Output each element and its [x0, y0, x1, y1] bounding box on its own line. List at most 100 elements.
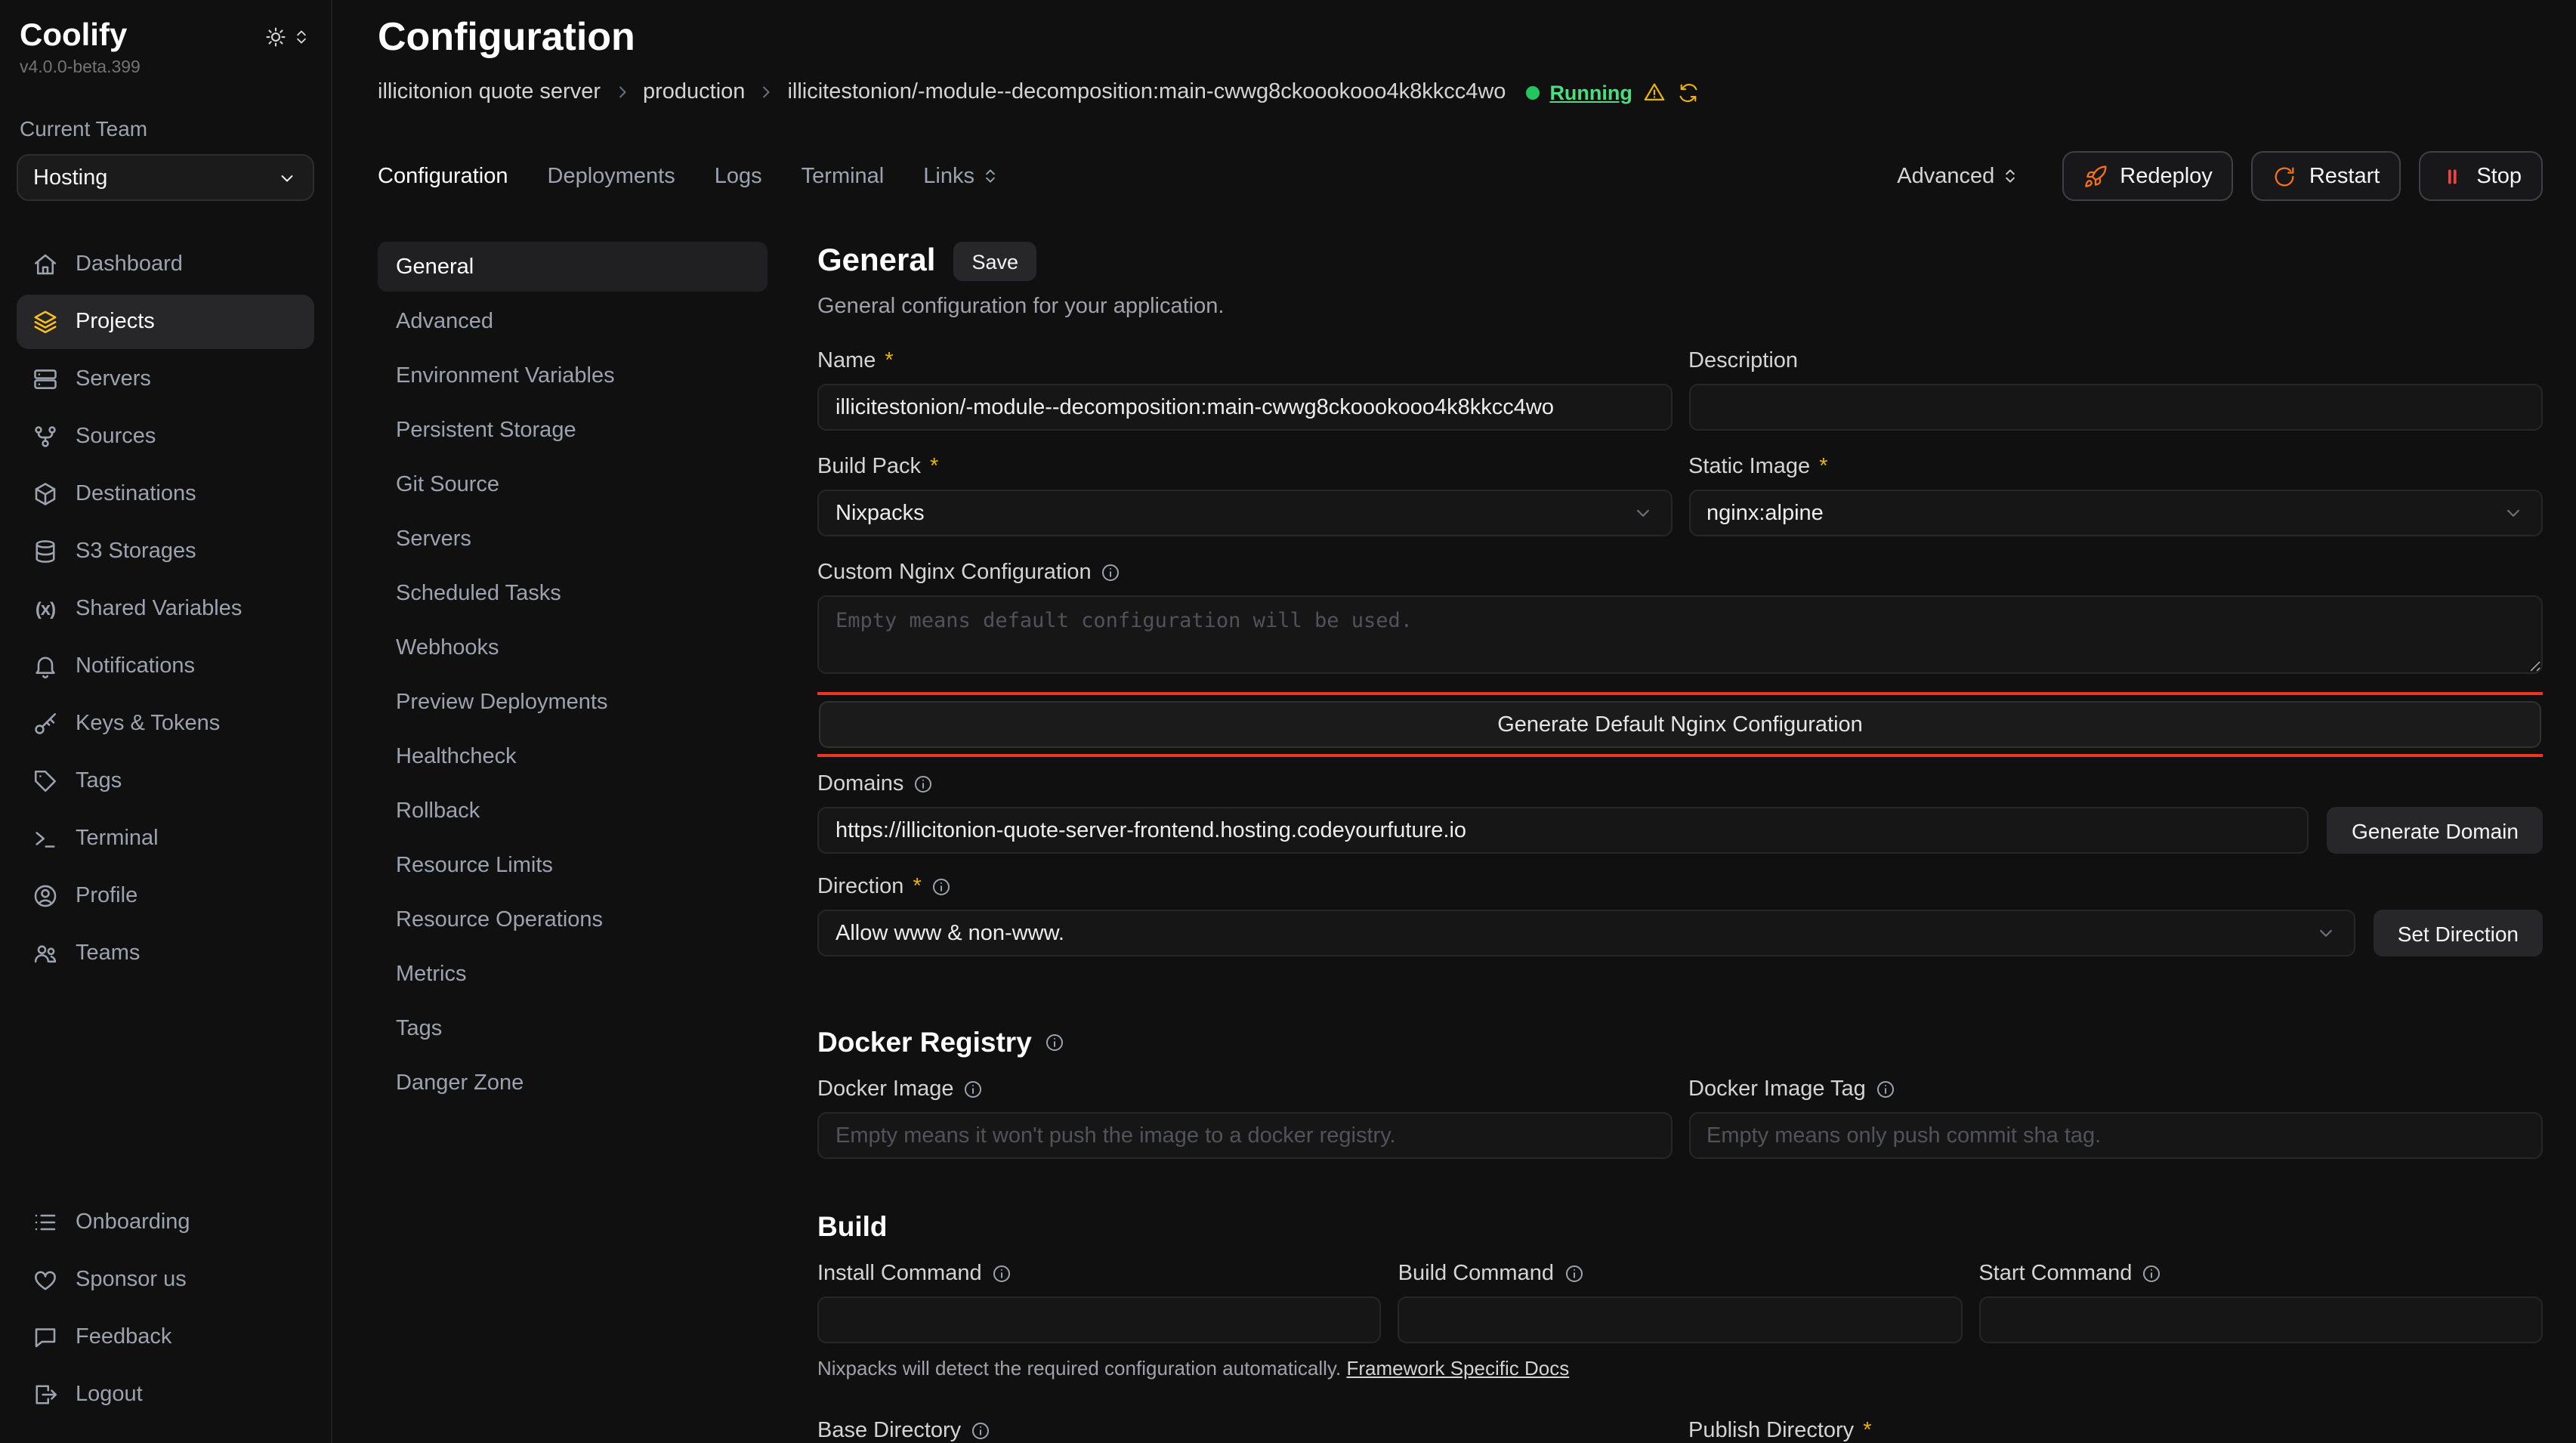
- tab-logs[interactable]: Logs: [715, 164, 762, 188]
- info-icon[interactable]: [991, 1263, 1012, 1284]
- section-subtitle: General configuration for your applicati…: [817, 295, 2543, 319]
- subnav-item-danger-zone[interactable]: Danger Zone: [378, 1058, 768, 1108]
- chevron-down-icon: [1631, 502, 1654, 524]
- tab-links[interactable]: Links: [923, 164, 1000, 188]
- nixpacks-helper-text: Nixpacks will detect the required config…: [817, 1357, 2543, 1380]
- sidebar-item-shared-variables[interactable]: (x) Shared Variables: [17, 582, 314, 636]
- subnav-item-servers[interactable]: Servers: [378, 514, 768, 564]
- theme-switcher[interactable]: [264, 26, 311, 48]
- tab-terminal[interactable]: Terminal: [802, 164, 885, 188]
- advanced-dropdown[interactable]: Advanced: [1897, 164, 2020, 188]
- sidebar-item-terminal[interactable]: Terminal: [17, 811, 314, 866]
- sidebar-item-projects[interactable]: Projects: [17, 295, 314, 349]
- team-select-value: Hosting: [33, 165, 107, 190]
- subnav-item-resource-operations[interactable]: Resource Operations: [378, 895, 768, 944]
- sidebar-item-label: Sources: [76, 425, 156, 449]
- sidebar-item-keys-tokens[interactable]: Keys & Tokens: [17, 697, 314, 751]
- sidebar-spacer: [17, 981, 314, 1195]
- direction-select[interactable]: Allow www & non-www.: [817, 910, 2355, 956]
- restart-label: Restart: [2309, 164, 2380, 188]
- info-icon[interactable]: [1101, 562, 1122, 583]
- page-title: Configuration: [378, 14, 2543, 60]
- breadcrumb-resource[interactable]: illicitestonion/-module--decomposition:m…: [787, 80, 1506, 104]
- reload-icon[interactable]: [1678, 81, 1700, 104]
- subnav-item-healthcheck[interactable]: Healthcheck: [378, 731, 768, 781]
- tab-bar: Configuration Deployments Logs Terminal …: [378, 164, 1000, 188]
- sidebar-item-logout[interactable]: Logout: [17, 1367, 314, 1422]
- build-command-input[interactable]: [1398, 1296, 1963, 1343]
- custom-nginx-textarea[interactable]: [817, 595, 2543, 674]
- selector-icon: [981, 166, 1000, 186]
- install-command-label: Install Command: [817, 1262, 1382, 1286]
- info-icon[interactable]: [1875, 1079, 1896, 1100]
- generate-domain-button[interactable]: Generate Domain: [2327, 807, 2543, 854]
- name-input[interactable]: [817, 384, 1672, 431]
- install-command-input[interactable]: [817, 1296, 1382, 1343]
- subnav-item-advanced[interactable]: Advanced: [378, 296, 768, 346]
- docker-image-tag-input[interactable]: [1688, 1112, 2543, 1159]
- sidebar-item-label: Logout: [76, 1383, 143, 1407]
- static-image-select[interactable]: nginx:alpine: [1688, 490, 2543, 536]
- sidebar-item-s3-storages[interactable]: S3 Storages: [17, 524, 314, 579]
- sidebar-item-destinations[interactable]: Destinations: [17, 467, 314, 521]
- status-dot: [1525, 85, 1539, 99]
- sidebar-item-onboarding[interactable]: Onboarding: [17, 1195, 314, 1250]
- subnav-item-resource-limits[interactable]: Resource Limits: [378, 840, 768, 890]
- toolbar: Configuration Deployments Logs Terminal …: [378, 151, 2543, 201]
- build-pack-select[interactable]: Nixpacks: [817, 490, 1672, 536]
- info-icon[interactable]: [1044, 1032, 1065, 1053]
- stop-button[interactable]: Stop: [2419, 151, 2543, 201]
- sidebar-item-tags[interactable]: Tags: [17, 754, 314, 808]
- sidebar-item-feedback[interactable]: Feedback: [17, 1310, 314, 1364]
- subnav-item-rollback[interactable]: Rollback: [378, 786, 768, 836]
- breadcrumb-project[interactable]: illicitonion quote server: [378, 80, 601, 104]
- status-running-link[interactable]: Running: [1549, 81, 1632, 104]
- description-input[interactable]: [1688, 384, 2543, 431]
- subnav-item-scheduled-tasks[interactable]: Scheduled Tasks: [378, 568, 768, 618]
- subnav-item-general[interactable]: General: [378, 242, 768, 292]
- warning-icon[interactable]: [1643, 80, 1667, 104]
- generate-nginx-config-button[interactable]: Generate Default Nginx Configuration: [819, 701, 2541, 748]
- tab-configuration[interactable]: Configuration: [378, 164, 508, 188]
- docker-image-label: Docker Image: [817, 1077, 1672, 1102]
- set-direction-button[interactable]: Set Direction: [2374, 910, 2543, 956]
- sidebar-item-teams[interactable]: Teams: [17, 926, 314, 981]
- framework-docs-link[interactable]: Framework Specific Docs: [1346, 1357, 1569, 1380]
- subnav-item-tags[interactable]: Tags: [378, 1003, 768, 1053]
- sidebar-item-notifications[interactable]: Notifications: [17, 639, 314, 694]
- build-pack-label: Build Pack*: [817, 455, 1672, 479]
- subnav-item-persistent-storage[interactable]: Persistent Storage: [378, 405, 768, 455]
- subnav-item-git-source[interactable]: Git Source: [378, 459, 768, 509]
- info-icon[interactable]: [963, 1079, 984, 1100]
- chevron-down-icon: [2315, 922, 2337, 944]
- sidebar-nav: Dashboard Projects Servers Sources Desti…: [17, 237, 314, 981]
- restart-button[interactable]: Restart: [2252, 151, 2401, 201]
- section-title: General: [817, 243, 935, 280]
- subnav-item-metrics[interactable]: Metrics: [378, 949, 768, 999]
- configuration-content: General Advanced Environment Variables P…: [378, 242, 2543, 1443]
- tab-deployments[interactable]: Deployments: [548, 164, 675, 188]
- sidebar-item-sources[interactable]: Sources: [17, 409, 314, 464]
- sidebar-item-servers[interactable]: Servers: [17, 352, 314, 406]
- domains-input[interactable]: [817, 807, 2309, 854]
- info-icon[interactable]: [970, 1420, 991, 1441]
- subnav-item-environment-variables[interactable]: Environment Variables: [378, 351, 768, 400]
- redeploy-button[interactable]: Redeploy: [2062, 151, 2234, 201]
- info-icon[interactable]: [2141, 1263, 2162, 1284]
- subnav-item-webhooks[interactable]: Webhooks: [378, 623, 768, 672]
- start-command-input[interactable]: [1978, 1296, 2543, 1343]
- team-select[interactable]: Hosting: [17, 154, 314, 201]
- sidebar-item-label: Tags: [76, 769, 122, 793]
- breadcrumb-environment[interactable]: production: [643, 80, 745, 104]
- info-icon[interactable]: [931, 876, 952, 898]
- save-button[interactable]: Save: [953, 242, 1036, 281]
- info-icon[interactable]: [913, 774, 934, 795]
- docker-image-input[interactable]: [817, 1112, 1672, 1159]
- subnav-item-preview-deployments[interactable]: Preview Deployments: [378, 677, 768, 727]
- sidebar-item-sponsor[interactable]: Sponsor us: [17, 1253, 314, 1307]
- logout-icon: [32, 1381, 59, 1408]
- app-logo[interactable]: Coolify: [20, 18, 127, 54]
- sidebar-item-profile[interactable]: Profile: [17, 869, 314, 923]
- sidebar-item-dashboard[interactable]: Dashboard: [17, 237, 314, 292]
- info-icon[interactable]: [1563, 1263, 1584, 1284]
